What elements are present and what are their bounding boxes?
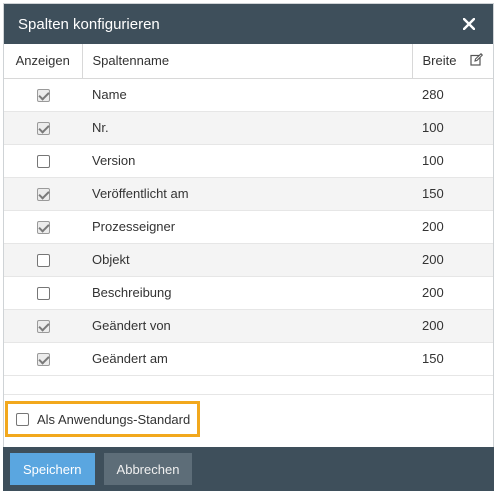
show-column-checkbox[interactable] bbox=[36, 287, 50, 301]
dialog-button-bar: Speichern Abbrechen bbox=[3, 447, 494, 491]
header-column-name[interactable]: Spaltenname bbox=[82, 44, 413, 79]
column-width-cell[interactable]: 280 bbox=[412, 78, 493, 112]
column-name-cell: Geändert am bbox=[82, 342, 412, 376]
show-column-checkbox[interactable] bbox=[36, 353, 50, 367]
edit-icon[interactable] bbox=[470, 52, 484, 69]
column-width-cell[interactable]: 150 bbox=[412, 342, 493, 376]
cancel-button[interactable]: Abbrechen bbox=[103, 453, 193, 485]
header-width[interactable]: Breite bbox=[412, 44, 493, 79]
table-row: Name 280 bbox=[4, 78, 493, 112]
show-cell bbox=[4, 210, 82, 244]
column-name-cell: Name bbox=[82, 78, 412, 112]
header-width-label: Breite bbox=[422, 53, 457, 69]
column-name-cell: Objekt bbox=[82, 243, 412, 277]
column-name-cell: Version bbox=[82, 144, 412, 178]
table-body: Name 280 Nr. 100 Version 100 Veröffentlicht am… bbox=[4, 78, 493, 376]
show-column-checkbox[interactable] bbox=[36, 122, 50, 136]
column-width-cell[interactable]: 200 bbox=[412, 276, 493, 310]
show-cell bbox=[4, 243, 82, 277]
show-cell bbox=[4, 111, 82, 145]
show-cell bbox=[4, 144, 82, 178]
table-row: Beschreibung 200 bbox=[4, 276, 493, 310]
table-row: Nr. 100 bbox=[4, 111, 493, 145]
dialog-title: Spalten konfigurieren bbox=[18, 15, 160, 33]
app-default-label: Als Anwendungs-Standard bbox=[37, 411, 191, 427]
close-icon[interactable] bbox=[459, 14, 479, 34]
app-default-option[interactable]: Als Anwendungs-Standard bbox=[5, 401, 200, 437]
show-cell bbox=[4, 342, 82, 376]
show-column-checkbox[interactable] bbox=[36, 155, 50, 169]
table-row: Veröffentlicht am 150 bbox=[4, 177, 493, 211]
column-name-cell: Geändert von bbox=[82, 309, 412, 343]
show-column-checkbox[interactable] bbox=[36, 254, 50, 268]
table-row: Version 100 bbox=[4, 144, 493, 178]
show-column-checkbox[interactable] bbox=[36, 221, 50, 235]
dialog-header: Spalten konfigurieren bbox=[4, 4, 493, 44]
column-width-cell[interactable]: 200 bbox=[412, 243, 493, 277]
column-name-cell: Nr. bbox=[82, 111, 412, 145]
column-name-cell: Veröffentlicht am bbox=[82, 177, 412, 211]
show-cell bbox=[4, 309, 82, 343]
table-row: Geändert von 200 bbox=[4, 309, 493, 343]
save-button[interactable]: Speichern bbox=[10, 453, 95, 485]
column-width-cell[interactable]: 100 bbox=[412, 111, 493, 145]
column-width-cell[interactable]: 200 bbox=[412, 309, 493, 343]
header-show[interactable]: Anzeigen bbox=[4, 44, 83, 79]
show-column-checkbox[interactable] bbox=[36, 188, 50, 202]
table-spacer bbox=[4, 376, 493, 395]
columns-table: Anzeigen Spaltenname Breite Name 280 Nr.… bbox=[4, 44, 493, 376]
show-cell bbox=[4, 177, 82, 211]
column-name-cell: Prozesseigner bbox=[82, 210, 412, 244]
column-name-cell: Beschreibung bbox=[82, 276, 412, 310]
show-column-checkbox[interactable] bbox=[36, 89, 50, 103]
column-width-cell[interactable]: 200 bbox=[412, 210, 493, 244]
show-cell bbox=[4, 276, 82, 310]
show-column-checkbox[interactable] bbox=[36, 320, 50, 334]
show-cell bbox=[4, 78, 82, 112]
table-row: Geändert am 150 bbox=[4, 342, 493, 376]
table-row: Objekt 200 bbox=[4, 243, 493, 277]
column-width-cell[interactable]: 100 bbox=[412, 144, 493, 178]
column-width-cell[interactable]: 150 bbox=[412, 177, 493, 211]
table-row: Prozesseigner 200 bbox=[4, 210, 493, 244]
app-default-checkbox[interactable] bbox=[16, 412, 29, 426]
table-header-row: Anzeigen Spaltenname Breite bbox=[4, 44, 493, 79]
